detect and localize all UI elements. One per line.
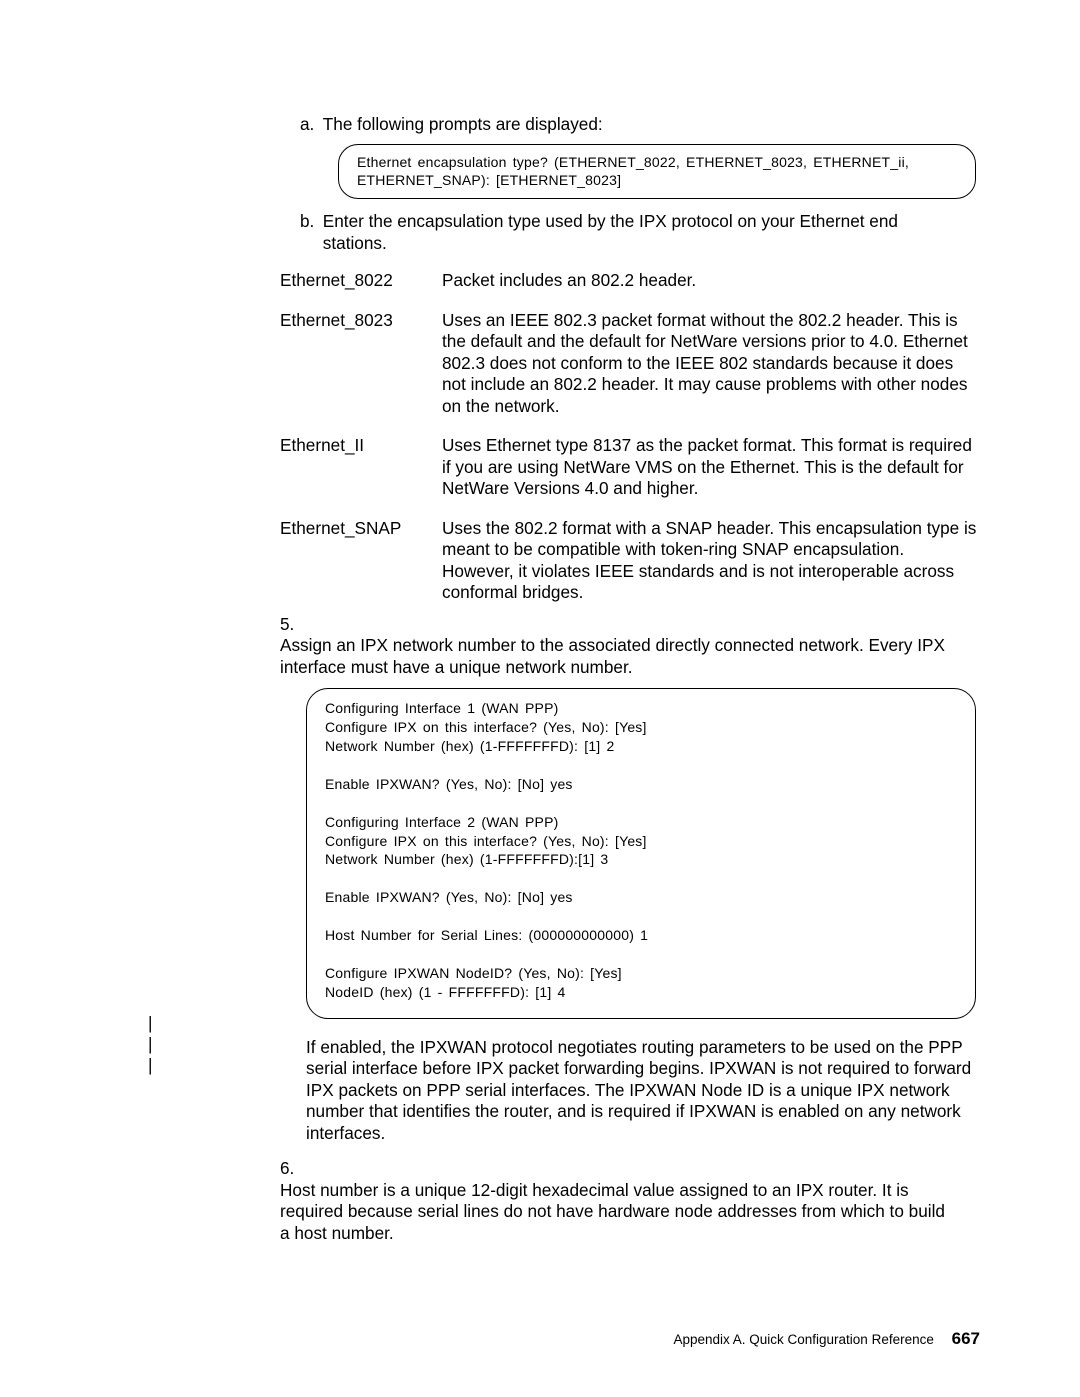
step-6: 6. Host number is a unique 12-digit hexa… xyxy=(280,1158,980,1244)
terminal-line: Ethernet encapsulation type? (ETHERNET_8… xyxy=(357,153,957,172)
def-desc: Uses an IEEE 802.3 packet format without… xyxy=(442,310,980,418)
main-content: a. The following prompts are displayed: … xyxy=(280,114,980,1244)
terminal-box-1: Ethernet encapsulation type? (ETHERNET_8… xyxy=(338,144,976,200)
change-bar: | xyxy=(148,1034,152,1056)
def-term: Ethernet_8023 xyxy=(280,310,442,418)
def-desc: Uses Ethernet type 8137 as the packet fo… xyxy=(442,435,980,500)
step-5-text: Assign an IPX network number to the asso… xyxy=(280,635,950,678)
list-marker-5: 5. xyxy=(280,614,306,636)
step-a: a. The following prompts are displayed: xyxy=(280,114,980,136)
def-term: Ethernet_8022 xyxy=(280,270,442,292)
def-row: Ethernet_8022 Packet includes an 802.2 h… xyxy=(280,270,980,292)
paragraph-ipxwan: If enabled, the IPXWAN protocol negotiat… xyxy=(306,1037,980,1145)
step-b-text: Enter the encapsulation type used by the… xyxy=(323,211,963,254)
change-bar: | xyxy=(148,1055,152,1077)
def-row: Ethernet_II Uses Ethernet type 8137 as t… xyxy=(280,435,980,500)
def-term: Ethernet_II xyxy=(280,435,442,500)
definition-list: Ethernet_8022 Packet includes an 802.2 h… xyxy=(280,270,980,604)
def-desc: Packet includes an 802.2 header. xyxy=(442,270,980,292)
def-row: Ethernet_SNAP Uses the 802.2 format with… xyxy=(280,518,980,604)
list-marker-a: a. xyxy=(280,114,318,136)
page-footer: Appendix A. Quick Configuration Referenc… xyxy=(673,1328,980,1349)
page: a. The following prompts are displayed: … xyxy=(0,0,1080,1397)
footer-label: Appendix A. Quick Configuration Referenc… xyxy=(673,1332,933,1347)
list-marker-b: b. xyxy=(280,211,318,233)
step-6-text: Host number is a unique 12-digit hexadec… xyxy=(280,1180,950,1245)
list-marker-6: 6. xyxy=(280,1158,306,1180)
step-a-text: The following prompts are displayed: xyxy=(323,114,963,136)
footer-page-number: 667 xyxy=(952,1329,980,1348)
terminal-box-2: Configuring Interface 1 (WAN PPP) Config… xyxy=(306,688,976,1018)
step-5: 5. Assign an IPX network number to the a… xyxy=(280,614,980,679)
step-b: b. Enter the encapsulation type used by … xyxy=(280,211,980,254)
terminal-line: ETHERNET_SNAP): [ETHERNET_8023] xyxy=(357,171,957,190)
def-row: Ethernet_8023 Uses an IEEE 802.3 packet … xyxy=(280,310,980,418)
def-desc: Uses the 802.2 format with a SNAP header… xyxy=(442,518,980,604)
change-bar: | xyxy=(148,1013,152,1035)
def-term: Ethernet_SNAP xyxy=(280,518,442,604)
